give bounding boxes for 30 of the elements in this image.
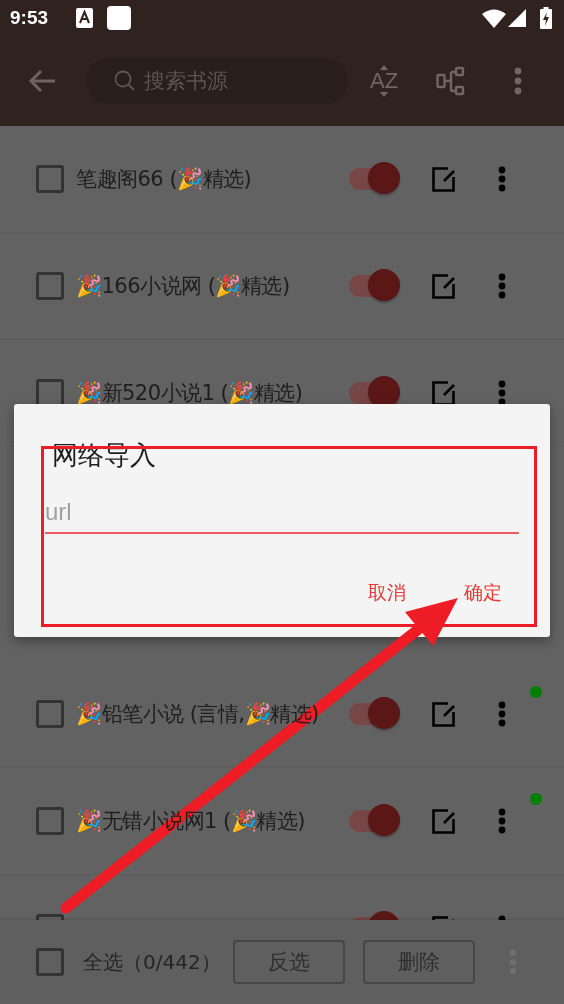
status-time: 9:53 [10,7,49,29]
source-name: 🎉166小说网 (🎉精选) [76,273,291,300]
caret-icon [380,92,389,97]
sort-button[interactable]: AZ [370,65,399,97]
toggle-switch[interactable] [348,162,400,196]
notification-icon [76,8,94,28]
edit-icon[interactable] [432,380,456,406]
checkbox[interactable] [36,165,64,193]
select-all-label[interactable]: 全选（0/442） [83,948,233,976]
source-name: 🎉新520小说1 (🎉精选) [76,380,304,407]
toggle-switch[interactable] [348,697,400,731]
more-icon[interactable] [498,380,506,406]
caret-icon [380,65,389,70]
checkbox[interactable] [36,272,64,300]
source-name: 笔趣阁66 (🎉精选) [76,166,253,193]
url-field[interactable]: url [45,492,519,534]
signal-icon [508,9,526,27]
toggle-switch[interactable] [348,804,400,838]
ok-button[interactable]: 确定 [464,580,502,606]
toggle-switch[interactable] [348,269,400,303]
battery-charging-icon [540,7,552,29]
search-icon [114,70,136,92]
checkbox[interactable] [36,807,64,835]
back-arrow-icon[interactable] [28,69,56,93]
wifi-icon [482,8,506,28]
checkbox[interactable] [36,700,64,728]
group-icon[interactable] [436,66,467,96]
cancel-button[interactable]: 取消 [368,580,406,606]
notification-icon [107,6,132,30]
checkbox[interactable] [36,948,64,976]
